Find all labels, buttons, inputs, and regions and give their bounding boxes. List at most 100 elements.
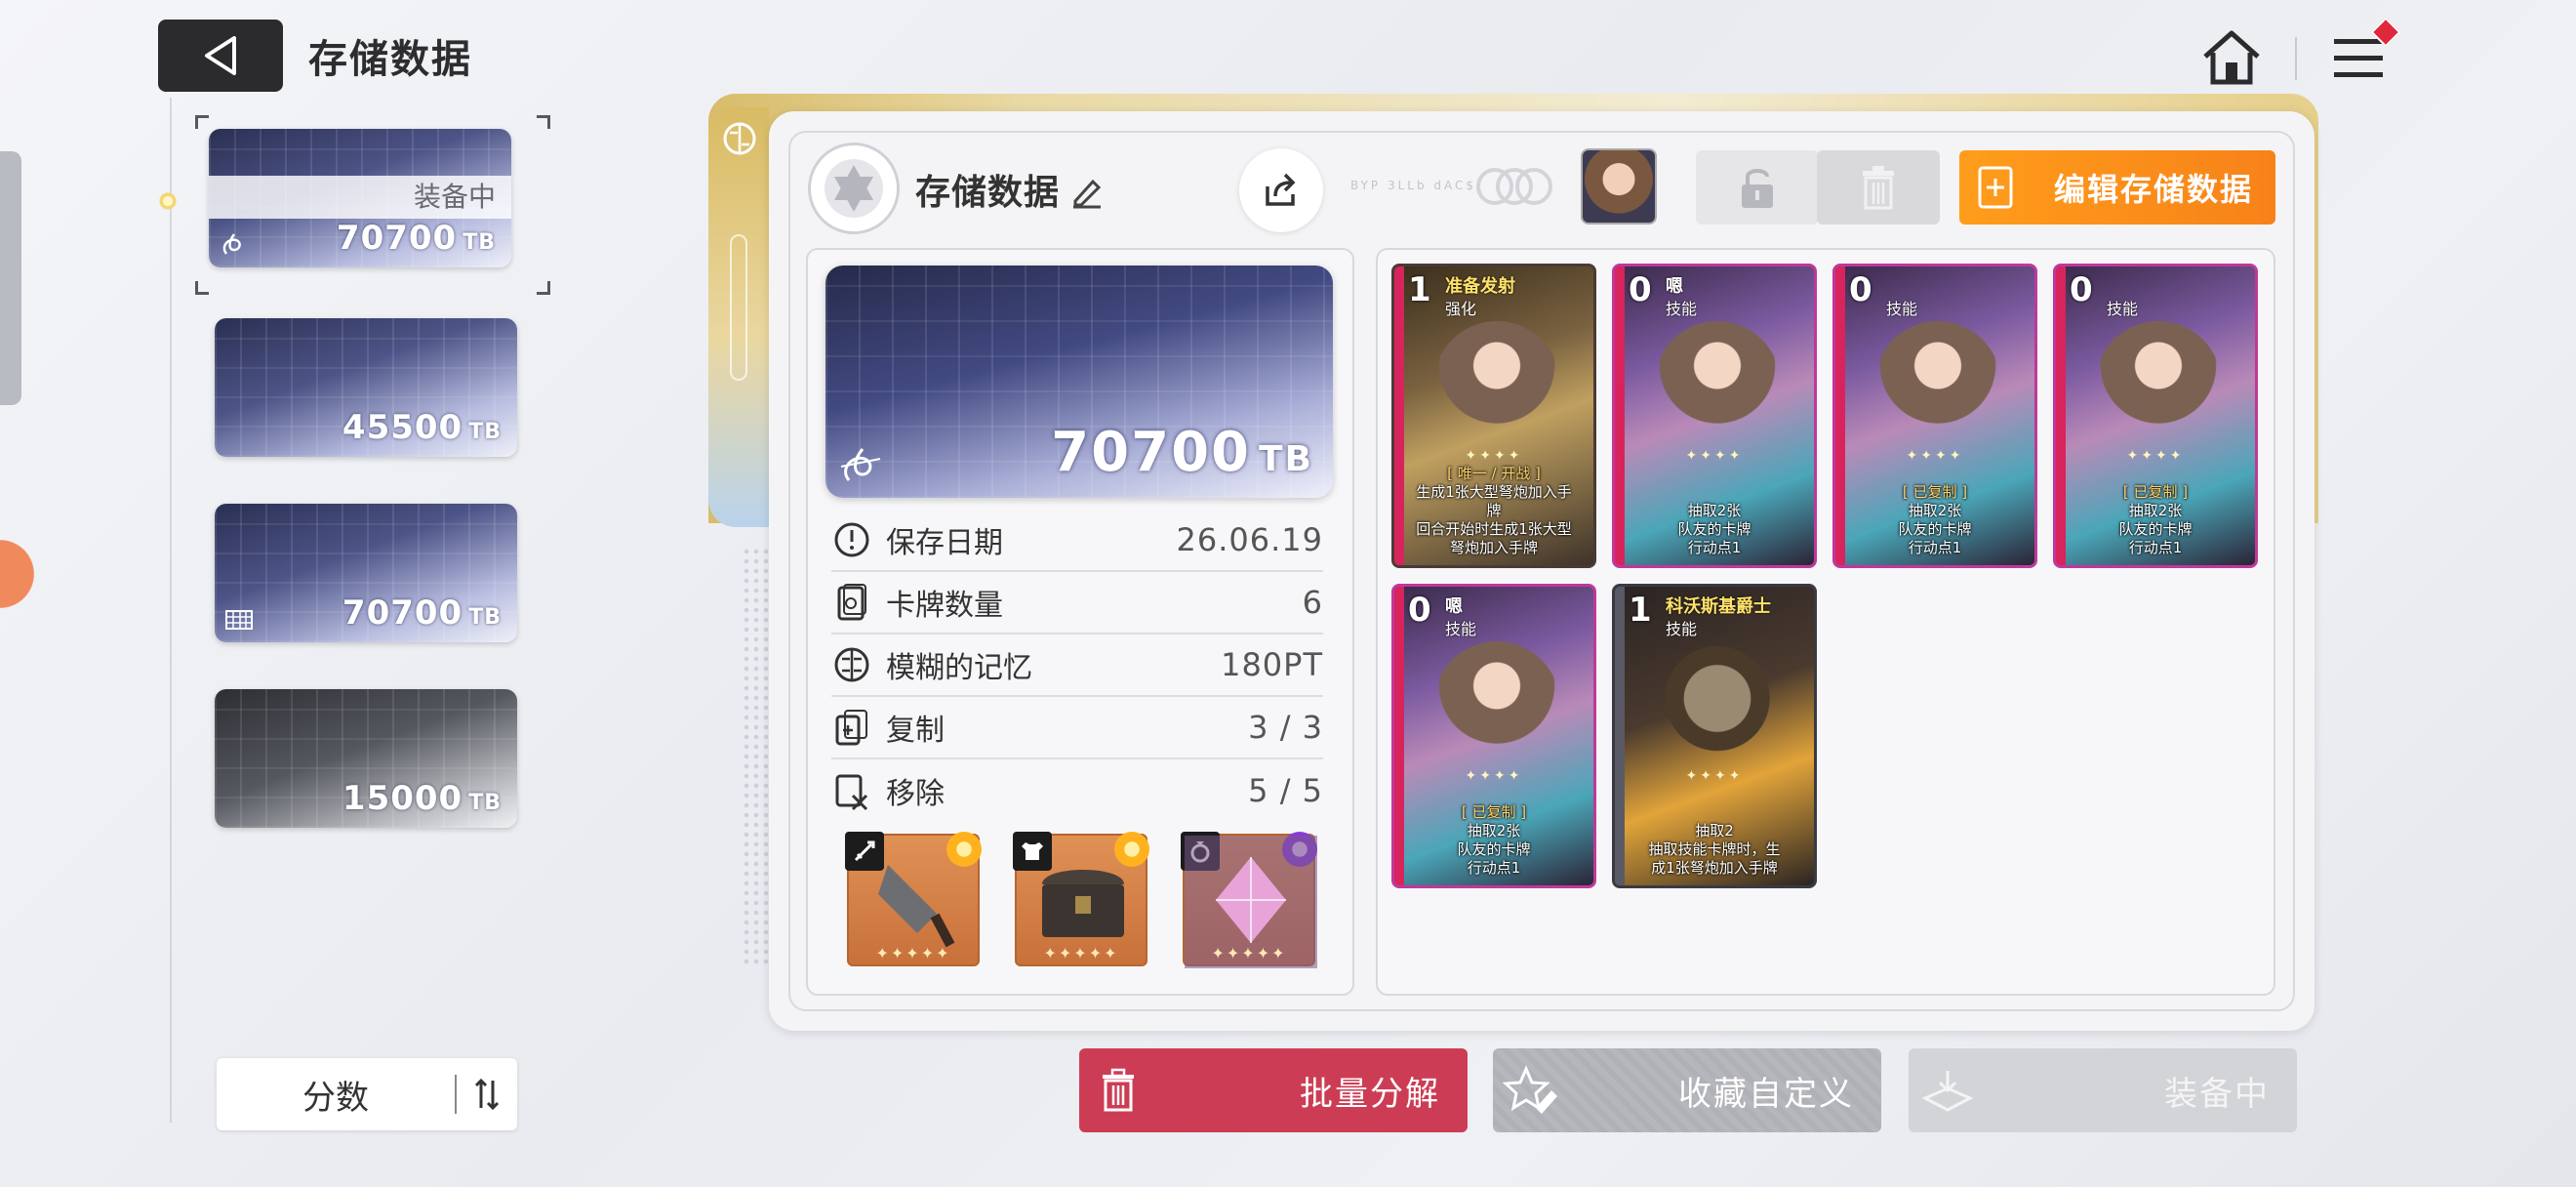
- pencil-icon: [1073, 179, 1102, 209]
- bulk-disassemble-label: 批量分解: [1300, 1074, 1440, 1114]
- left-edge-ornament: [0, 498, 35, 625]
- sort-arrows-icon: [474, 1078, 500, 1111]
- card-name: 准备发射: [1445, 276, 1515, 297]
- card-description: [ 已复制 ] 抽取2张 队友的卡牌 行动点1: [1898, 483, 1972, 556]
- card-art: [1654, 641, 1781, 768]
- card-item[interactable]: 0 技能 ✦✦✦✦ [ 已复制 ] 抽取2张 队友的卡牌 行动点1: [2053, 264, 2258, 568]
- stat-copy: 复制 3 / 3: [831, 697, 1323, 759]
- stat-card-count: 卡牌数量 6: [831, 572, 1323, 634]
- delete-button[interactable]: [1817, 150, 1940, 225]
- card-cost: 0: [1849, 270, 1872, 309]
- card-type: 强化: [1445, 300, 1477, 318]
- card-type: 技能: [2107, 300, 2139, 318]
- edit-deck-label: 编辑存储数据: [2053, 171, 2253, 208]
- bulk-disassemble-button[interactable]: 批量分解: [1079, 1048, 1468, 1132]
- stat-memory: 模糊的记忆 180PT: [831, 634, 1323, 697]
- card-item[interactable]: 1 科沃斯基爵士 技能 ✦✦✦✦ 抽取2 抽取技能卡牌时，生 成1张弩炮加入手牌: [1612, 584, 1817, 888]
- back-arrow-icon: [205, 36, 236, 75]
- stat-value: 26.06.19: [1176, 521, 1323, 558]
- card-description: 抽取2 抽取技能卡牌时，生 成1张弩炮加入手牌: [1648, 822, 1781, 877]
- card-stars: ✦✦✦✦: [2126, 448, 2185, 464]
- card-stars: ✦✦✦✦: [1906, 448, 1964, 464]
- home-icon: [2203, 30, 2260, 85]
- hexagram-icon: [825, 159, 883, 218]
- brain-emblem-icon: [723, 122, 756, 155]
- equipped-label: 装备中: [209, 176, 511, 219]
- share-button[interactable]: [1239, 148, 1323, 232]
- card-stars: ✦✦✦✦: [1685, 768, 1744, 784]
- sort-button[interactable]: 分数: [217, 1058, 517, 1130]
- deck-code-text: BYP 3LLb dAC$.: [1350, 179, 1483, 192]
- card-cost: 0: [2070, 270, 2093, 309]
- deck-data-banner: 70700 TB: [825, 266, 1333, 498]
- card-stars: ✦✦✦✦: [1465, 448, 1523, 464]
- trash-icon: [1863, 166, 1894, 210]
- deck-emblem: [808, 143, 900, 234]
- back-button[interactable]: [158, 20, 283, 92]
- clock-icon: [834, 522, 869, 557]
- card-name: 嗯: [1666, 276, 1683, 297]
- slot-rail: [170, 98, 172, 1123]
- card-count-icon: [837, 584, 866, 621]
- clef-icon: [840, 448, 881, 481]
- star-edit-icon: [1503, 1065, 1557, 1114]
- slot-value: 15000 TB: [342, 779, 502, 818]
- clef-icon: [222, 233, 241, 255]
- stat-label: 模糊的记忆: [886, 651, 1032, 685]
- rename-button[interactable]: [1069, 174, 1105, 209]
- card-name: 嗯: [1445, 596, 1463, 617]
- save-slot-3[interactable]: 70700 TB: [215, 504, 517, 642]
- card-description: [ 已复制 ] 抽取2张 队友的卡牌 行动点1: [2118, 483, 2193, 556]
- card-type: 技能: [1666, 300, 1698, 318]
- lock-button[interactable]: [1696, 150, 1819, 225]
- copy-icon: [835, 710, 867, 746]
- card-cost: 1: [1629, 591, 1652, 630]
- equipment-armor[interactable]: ✦✦✦✦✦: [1013, 832, 1149, 966]
- stat-save-date: 保存日期 26.06.19: [831, 510, 1323, 572]
- trash-icon: [1103, 1068, 1134, 1112]
- equipped-label: 装备中: [2164, 1074, 2270, 1114]
- card-description: 抽取2张 队友的卡牌 行动点1: [1677, 502, 1751, 556]
- equipment-accessory[interactable]: ✦✦✦✦✦: [1181, 832, 1317, 968]
- card-art: [1874, 321, 2001, 448]
- card-type: 技能: [1445, 620, 1477, 638]
- sort-order-toggle[interactable]: [457, 1077, 517, 1112]
- equip-download-icon: [1921, 1071, 1974, 1112]
- stat-value: 180PT: [1221, 646, 1323, 683]
- equip-stars: ✦✦✦✦✦: [1211, 944, 1287, 962]
- deck-name: 存储数据: [915, 173, 1061, 213]
- card-item[interactable]: 0 技能 ✦✦✦✦ [ 已复制 ] 抽取2张 队友的卡牌 行动点1: [1832, 264, 2037, 568]
- card-description: [ 已复制 ] 抽取2张 队友的卡牌 行动点1: [1457, 803, 1531, 877]
- grid-icon: [225, 610, 253, 630]
- edit-deck-button[interactable]: 编辑存储数据: [1959, 150, 2275, 225]
- deck-data-value: 70700 TB: [1051, 421, 1313, 484]
- save-slot-2[interactable]: 45500 TB: [215, 318, 517, 457]
- remove-icon: [835, 774, 868, 811]
- equipment-weapon[interactable]: ✦✦✦✦✦: [845, 832, 982, 966]
- edit-card-icon: [1978, 166, 2013, 209]
- stat-value: 6: [1302, 584, 1323, 621]
- stat-label: 移除: [886, 777, 945, 811]
- character-portrait[interactable]: [1581, 148, 1657, 225]
- equip-stars: ✦✦✦✦✦: [875, 944, 951, 962]
- favorite-custom-label: 收藏自定义: [1678, 1074, 1854, 1114]
- card-type: 技能: [1666, 620, 1698, 638]
- rings-icon: [1476, 168, 1552, 205]
- stat-value: 5 / 5: [1248, 772, 1323, 809]
- stat-value: 3 / 3: [1248, 709, 1323, 746]
- favorite-custom-button[interactable]: 收藏自定义: [1493, 1048, 1881, 1132]
- card-art: [1433, 641, 1560, 768]
- equip-stars: ✦✦✦✦✦: [1043, 944, 1119, 962]
- card-item[interactable]: 0 嗯 技能 ✦✦✦✦ 抽取2张 队友的卡牌 行动点1: [1612, 264, 1817, 568]
- slot-value: 45500 TB: [342, 408, 502, 447]
- card-item[interactable]: 1 准备发射 强化 ✦✦✦✦ [ 唯一 / 开战 ] 生成1张大型弩炮加入手 牌…: [1391, 264, 1596, 568]
- sort-label: 分数: [302, 1078, 369, 1118]
- card-type: 技能: [1886, 300, 1918, 318]
- save-slot-4[interactable]: 15000 TB: [215, 689, 517, 828]
- equipped-button[interactable]: 装备中: [1909, 1048, 2297, 1132]
- stat-label: 保存日期: [886, 526, 1003, 560]
- card-item[interactable]: 0 嗯 技能 ✦✦✦✦ [ 已复制 ] 抽取2张 队友的卡牌 行动点1: [1391, 584, 1596, 888]
- brain-icon: [834, 647, 869, 682]
- save-slot-1[interactable]: 装备中 70700 TB: [209, 129, 511, 267]
- home-button[interactable]: [2197, 23, 2266, 92]
